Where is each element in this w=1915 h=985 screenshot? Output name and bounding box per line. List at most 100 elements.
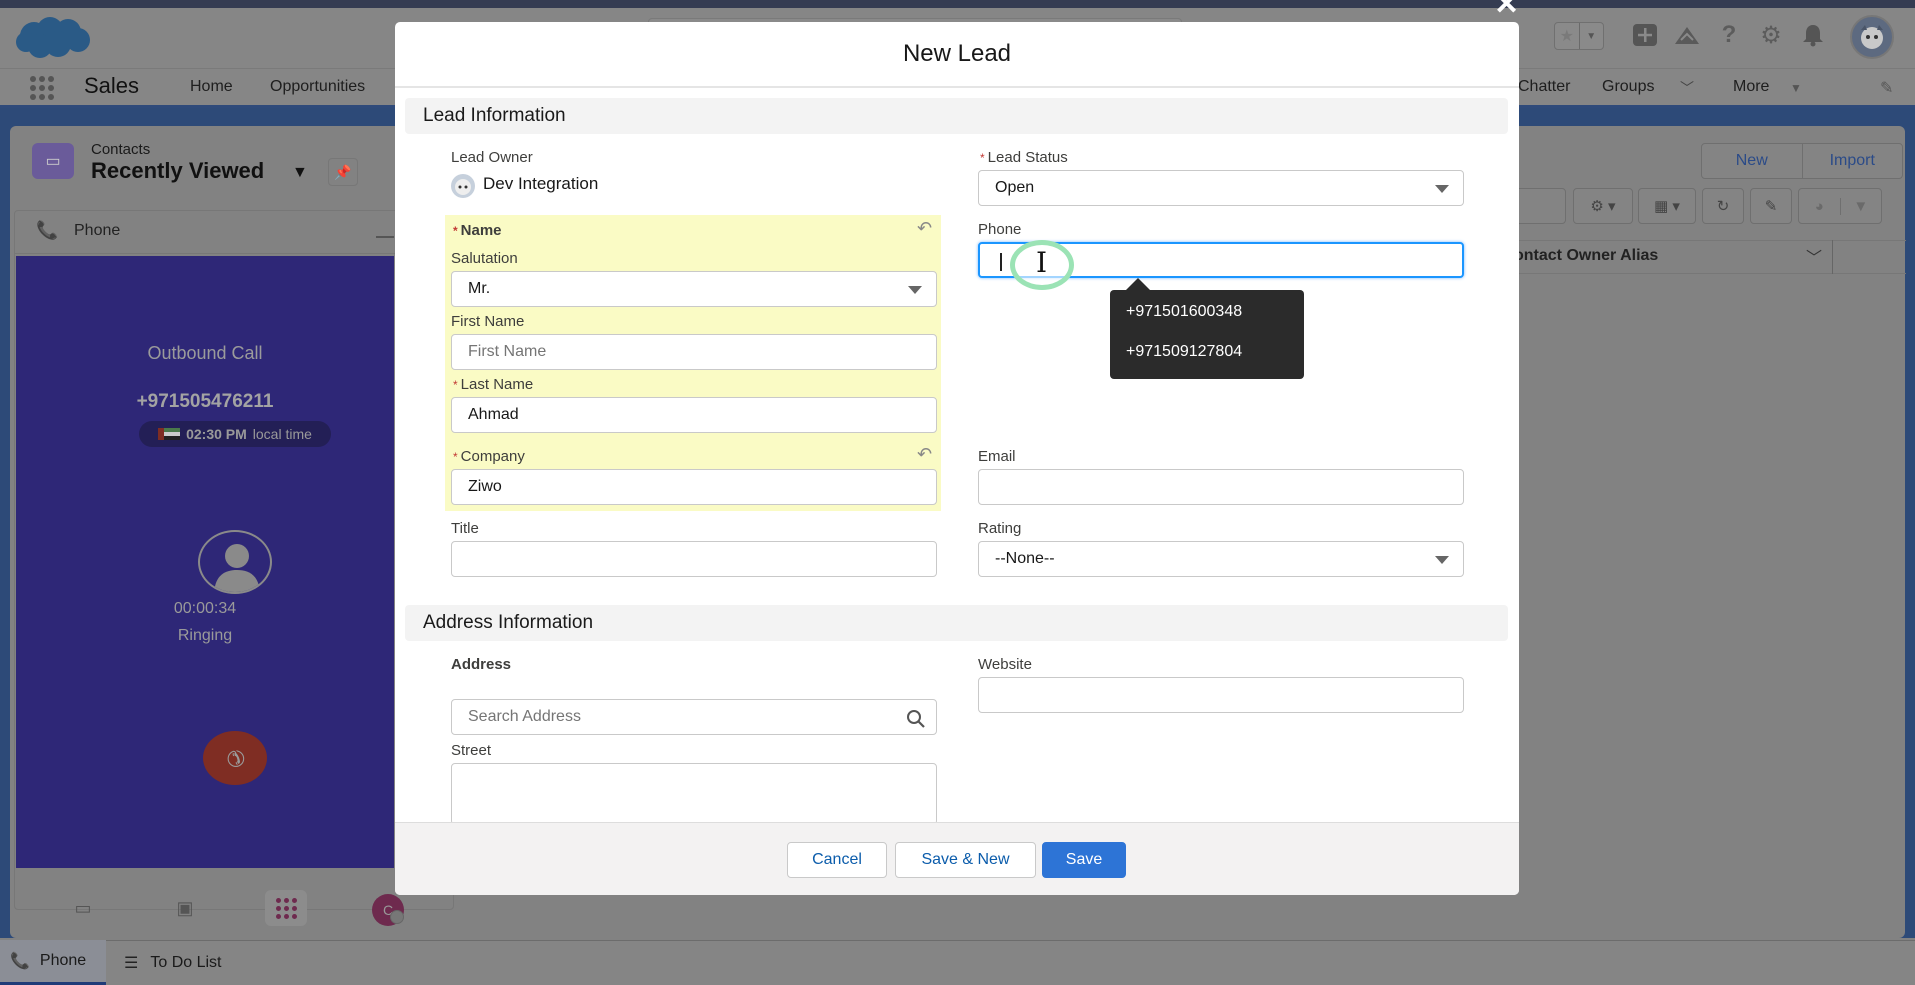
hangup-icon: ✆ [219, 742, 251, 774]
list-settings-gear-icon[interactable]: ⚙ ▾ [1573, 188, 1633, 224]
app-launcher-icon[interactable] [28, 74, 54, 100]
user-avatar[interactable] [1850, 15, 1894, 59]
new-contact-button[interactable]: New [1702, 144, 1803, 178]
groups-chevron-icon[interactable]: ﹀ [1680, 78, 1694, 98]
keypad-icon[interactable] [265, 890, 307, 926]
new-lead-modal: New Lead Lead Information Lead Owner Dev… [395, 22, 1519, 895]
global-add-icon[interactable] [1630, 20, 1660, 50]
import-button[interactable]: Import [1803, 144, 1903, 178]
cancel-button[interactable]: Cancel [787, 842, 887, 878]
lead-status-label: * Lead Status [980, 149, 1068, 166]
website-label: Website [978, 656, 1032, 673]
chevron-down-icon [1435, 185, 1449, 193]
salutation-select[interactable]: Mr. [451, 271, 937, 307]
display-as-table-icon[interactable]: ▦ ▾ [1638, 188, 1696, 224]
save-and-new-button[interactable]: Save & New [895, 842, 1036, 878]
nav-item-groups[interactable]: Groups [1602, 78, 1654, 96]
call-type: Outbound Call [147, 343, 263, 363]
utility-label: Phone [39, 952, 87, 969]
modal-title: New Lead [902, 40, 1012, 67]
email-input[interactable] [978, 469, 1464, 505]
hangup-button[interactable]: ✆ [203, 731, 267, 785]
column-header-contact-owner-alias[interactable]: ontact Owner Alias [1514, 247, 1658, 265]
utility-label: To Do List [150, 953, 222, 971]
local-time-suffix: local time [252, 426, 312, 442]
last-name-label: * Last Name [453, 376, 534, 393]
list-actions-group: New Import [1701, 143, 1903, 179]
phone-suggestion[interactable]: +971501600348 [1126, 302, 1288, 342]
help-icon[interactable]: ? [1714, 20, 1744, 50]
chevron-down-icon [1435, 556, 1449, 564]
address-label: Address [451, 656, 512, 673]
favorites-star-icon[interactable]: ★ [1555, 23, 1579, 49]
email-label: Email [978, 448, 1016, 465]
chevron-down-icon [908, 286, 922, 294]
more-caret-icon[interactable]: ▼ [1790, 81, 1802, 95]
column-chevron-icon[interactable]: ﹀ [1806, 244, 1822, 268]
edit-nav-pencil-icon[interactable]: ✎ [1880, 78, 1893, 98]
window-top-strip [0, 0, 1915, 8]
phone-icon: 📞 [10, 953, 30, 970]
undo-name-icon[interactable]: ↶ [917, 218, 932, 239]
lead-owner-label: Lead Owner [451, 149, 533, 166]
last-name-input[interactable]: Ahmad [451, 397, 937, 433]
utility-item-todo[interactable]: ☰ To Do List [124, 940, 221, 985]
nav-item-more[interactable]: More [1733, 78, 1769, 96]
nav-item-opportunities[interactable]: Opportunities [270, 78, 365, 96]
call-timer: 00:00:34 [173, 600, 237, 617]
street-textarea[interactable] [451, 763, 937, 825]
section-header-address-information[interactable]: Address Information [405, 605, 1508, 641]
phone-suggestion[interactable]: +971509127804 [1126, 342, 1288, 382]
favorites-button-group[interactable]: ★ ▼ [1554, 22, 1604, 50]
contacts-object-icon: ▭ [32, 143, 74, 179]
street-label: Street [451, 742, 492, 759]
setup-gear-icon[interactable]: ⚙ [1756, 20, 1786, 50]
section-header-lead-information[interactable]: Lead Information [405, 98, 1508, 134]
required-indicator: * [453, 378, 458, 392]
caller-number: +971505476211 [136, 391, 274, 412]
website-input[interactable] [978, 677, 1464, 713]
call-status: Ringing [177, 627, 233, 644]
search-address-input[interactable]: Search Address [451, 699, 937, 735]
lead-owner-value[interactable]: Dev Integration [483, 174, 598, 194]
ibeam-cursor-icon: I [1036, 246, 1048, 279]
title-input[interactable] [451, 541, 937, 577]
salesforce-logo[interactable] [14, 14, 92, 60]
nav-item-home[interactable]: Home [190, 78, 233, 96]
lead-status-select[interactable]: Open [978, 170, 1464, 206]
close-modal-icon[interactable]: ✕ [1494, 0, 1519, 20]
undo-company-icon[interactable]: ↶ [917, 444, 932, 465]
edit-list-pencil-icon[interactable]: ✎ [1750, 188, 1792, 224]
favorites-list-icon[interactable]: ▼ [1578, 23, 1604, 49]
first-name-input[interactable]: First Name [451, 334, 937, 370]
inbox-icon[interactable]: ▭ [68, 895, 98, 921]
first-name-label: First Name [451, 313, 525, 330]
chart-icon[interactable]: ◕ [1799, 198, 1840, 215]
list-view-name[interactable]: Recently Viewed [91, 158, 264, 184]
utility-item-phone[interactable]: 📞 Phone [0, 940, 106, 985]
modal-header: New Lead [395, 22, 1519, 88]
local-time-badge: 02:30 PM local time [139, 421, 331, 447]
salutation-label: Salutation [451, 250, 518, 267]
owner-avatar-icon [451, 174, 475, 198]
required-indicator: * [453, 224, 458, 238]
rating-select[interactable]: --None-- [978, 541, 1464, 577]
notifications-bell-icon[interactable] [1798, 20, 1828, 50]
pin-list-view-icon[interactable]: 📌 [328, 158, 358, 186]
softphone-title: Phone [74, 222, 121, 239]
save-button[interactable]: Save [1042, 842, 1126, 878]
refresh-icon[interactable]: ↻ [1702, 188, 1744, 224]
search-icon [907, 710, 925, 728]
minimize-icon[interactable] [376, 236, 394, 238]
app-name: Sales [84, 73, 140, 98]
contacts-book-icon[interactable]: ▣ [170, 895, 200, 921]
todo-list-icon: ☰ [124, 954, 139, 972]
phone-suggestions-popover: +971501600348 +971509127804 [1110, 290, 1304, 379]
chart-filter-group: ◕ ▼ [1798, 188, 1882, 224]
filter-icon[interactable]: ▼ [1839, 197, 1882, 215]
company-input[interactable]: Ziwo [451, 469, 937, 505]
nav-item-chatter[interactable]: Chatter [1518, 78, 1570, 96]
title-label: Title [451, 520, 479, 537]
list-view-caret-icon[interactable]: ▼ [292, 164, 308, 182]
trailhead-icon[interactable] [1672, 20, 1702, 50]
